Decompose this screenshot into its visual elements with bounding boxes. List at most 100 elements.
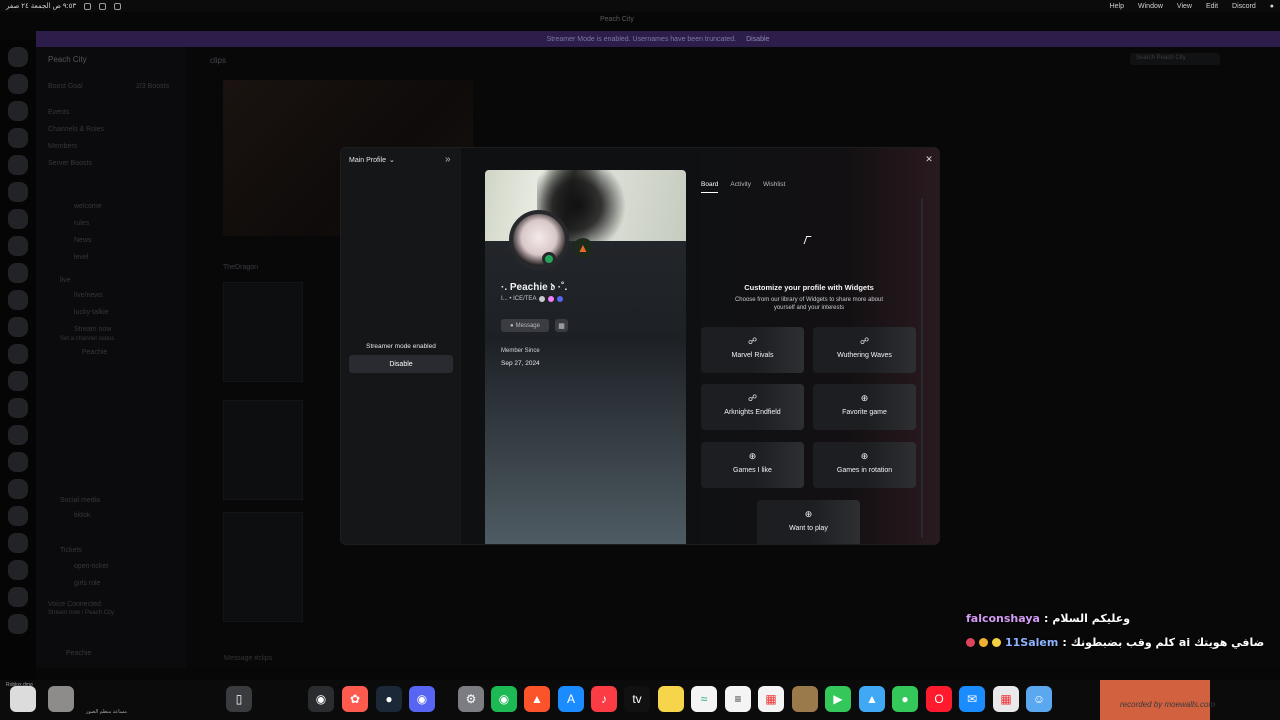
music-icon[interactable]: ♪ bbox=[591, 686, 617, 712]
channel-status[interactable]: Set a channel status bbox=[60, 336, 114, 342]
discord-icon[interactable]: ◉ bbox=[409, 686, 435, 712]
widget-games-in-rotation[interactable]: ⊕ Games in rotation bbox=[813, 442, 916, 488]
mail-icon[interactable]: ✉ bbox=[959, 686, 985, 712]
chat-image[interactable] bbox=[223, 282, 303, 382]
tab-wishlist[interactable]: Wishlist bbox=[763, 181, 785, 193]
category-tickets[interactable]: Tickets bbox=[60, 547, 82, 554]
brave-icon[interactable]: ▲ bbox=[524, 686, 550, 712]
category-live[interactable]: live bbox=[60, 277, 71, 284]
server-icon[interactable] bbox=[8, 371, 28, 391]
channel-level[interactable]: level bbox=[74, 254, 88, 261]
battery-icon[interactable] bbox=[114, 2, 122, 10]
server-icon[interactable] bbox=[8, 101, 28, 121]
widget-want-to-play[interactable]: ⊕ Want to play bbox=[757, 500, 860, 544]
server-icon[interactable] bbox=[8, 452, 28, 472]
trash-icon[interactable]: ▯ bbox=[226, 686, 252, 712]
main-profile-dropdown[interactable]: Main Profile ⌄ bbox=[349, 156, 395, 165]
server-icon[interactable] bbox=[8, 506, 28, 526]
finder-icon[interactable]: ☺ bbox=[1026, 686, 1052, 712]
gift-icon[interactable]: ▦ bbox=[555, 319, 568, 332]
close-icon[interactable]: ✕ bbox=[923, 153, 935, 165]
reminders-icon[interactable]: ≡ bbox=[725, 686, 751, 712]
server-icon[interactable] bbox=[8, 155, 28, 175]
server-icon[interactable] bbox=[8, 533, 28, 553]
menu-edit[interactable]: Edit bbox=[1206, 3, 1218, 10]
category-social-media[interactable]: Social media bbox=[60, 497, 100, 504]
freeform-icon[interactable]: ≈ bbox=[691, 686, 717, 712]
settings-icon[interactable]: ⚙ bbox=[458, 686, 484, 712]
nav-events[interactable]: Events bbox=[48, 109, 69, 116]
app-icon[interactable] bbox=[792, 686, 818, 712]
tab-board[interactable]: Board bbox=[701, 181, 719, 193]
server-icon[interactable] bbox=[8, 236, 28, 256]
messages-icon[interactable]: ● bbox=[892, 686, 918, 712]
user-panel-name[interactable]: Peachie bbox=[66, 650, 91, 657]
server-icon[interactable] bbox=[8, 398, 28, 418]
widgets-scrollbar[interactable] bbox=[921, 198, 923, 538]
maps-icon[interactable]: ▲ bbox=[859, 686, 885, 712]
nav-channels-roles[interactable]: Channels & Roles bbox=[48, 126, 104, 133]
widget-games-i-like[interactable]: ⊕ Games I like bbox=[701, 442, 804, 488]
search-input[interactable]: Search Peach City bbox=[1130, 53, 1220, 65]
spotify-icon[interactable]: ◉ bbox=[491, 686, 517, 712]
menu-help[interactable]: Help bbox=[1110, 3, 1124, 10]
app-store-icon[interactable]: A bbox=[558, 686, 584, 712]
streamer-banner-disable[interactable]: Disable bbox=[746, 36, 769, 43]
calendar-icon[interactable]: ▦ bbox=[758, 686, 784, 712]
collapse-sidebar-icon[interactable]: » bbox=[445, 154, 451, 165]
launchpad-icon[interactable]: ▦ bbox=[993, 686, 1019, 712]
server-icon[interactable] bbox=[8, 209, 28, 229]
file-icon[interactable] bbox=[48, 686, 74, 712]
widget-favorite-game[interactable]: ⊕ Favorite game bbox=[813, 384, 916, 430]
server-icon[interactable] bbox=[8, 479, 28, 499]
notes-icon[interactable] bbox=[658, 686, 684, 712]
message-button[interactable]: ● Message bbox=[501, 319, 549, 332]
avatar[interactable] bbox=[509, 210, 569, 270]
widget-arknights-endfield[interactable]: ☍ Arknights Endfield bbox=[701, 384, 804, 430]
message-input[interactable]: Message #clips bbox=[200, 652, 800, 668]
facetime-icon[interactable]: ▶ bbox=[825, 686, 851, 712]
channel-live-news[interactable]: live/news bbox=[74, 292, 103, 299]
channel-open-ticket[interactable]: open-ticket bbox=[74, 563, 108, 570]
channel-stream-now[interactable]: Stream now bbox=[74, 326, 111, 333]
server-icon[interactable] bbox=[8, 128, 28, 148]
chat-image[interactable] bbox=[223, 512, 303, 622]
channel-lucky-talkie[interactable]: lucky-talkie bbox=[74, 309, 109, 316]
server-icon[interactable] bbox=[8, 182, 28, 202]
steam-app-icon[interactable]: ● bbox=[376, 686, 402, 712]
widget-marvel-rivals[interactable]: ☍ Marvel Rivals bbox=[701, 327, 804, 373]
nav-members[interactable]: Members bbox=[48, 143, 77, 150]
server-icon[interactable] bbox=[8, 587, 28, 607]
message-author[interactable]: TheDragon bbox=[223, 264, 258, 271]
channel-tiktok[interactable]: tiktok bbox=[74, 512, 90, 519]
apple-icon[interactable]: ● bbox=[1270, 3, 1274, 10]
server-icon[interactable] bbox=[8, 74, 28, 94]
channel-welcome[interactable]: welcome bbox=[74, 203, 102, 210]
server-icon[interactable] bbox=[8, 47, 28, 67]
server-icon[interactable] bbox=[8, 425, 28, 445]
photos-icon[interactable]: ✿ bbox=[342, 686, 368, 712]
wifi-icon[interactable] bbox=[84, 2, 92, 10]
channel-girls-role[interactable]: girls role bbox=[74, 580, 100, 587]
server-icon[interactable] bbox=[8, 560, 28, 580]
server-icon[interactable] bbox=[8, 317, 28, 337]
opera-icon[interactable]: O bbox=[926, 686, 952, 712]
menu-discord[interactable]: Discord bbox=[1232, 3, 1256, 10]
widget-wuthering-waves[interactable]: ☍ Wuthering Waves bbox=[813, 327, 916, 373]
disable-streamer-mode-button[interactable]: Disable bbox=[349, 355, 453, 373]
steam-icon[interactable]: ◉ bbox=[308, 686, 334, 712]
server-icon[interactable] bbox=[8, 614, 28, 634]
apple-tv-icon[interactable]: tv bbox=[624, 686, 650, 712]
menu-view[interactable]: View bbox=[1177, 3, 1192, 10]
chat-image[interactable] bbox=[223, 400, 303, 500]
channel-news[interactable]: News bbox=[74, 237, 92, 244]
tab-activity[interactable]: Activity bbox=[730, 181, 751, 193]
control-center-icon[interactable] bbox=[99, 2, 107, 10]
server-icon[interactable] bbox=[8, 290, 28, 310]
channel-rules[interactable]: rules bbox=[74, 220, 89, 227]
server-icon[interactable] bbox=[8, 344, 28, 364]
menu-window[interactable]: Window bbox=[1138, 3, 1163, 10]
nav-server-boosts[interactable]: Server Boosts bbox=[48, 160, 92, 167]
server-icon[interactable] bbox=[8, 263, 28, 283]
server-name[interactable]: Peach City bbox=[48, 55, 87, 64]
